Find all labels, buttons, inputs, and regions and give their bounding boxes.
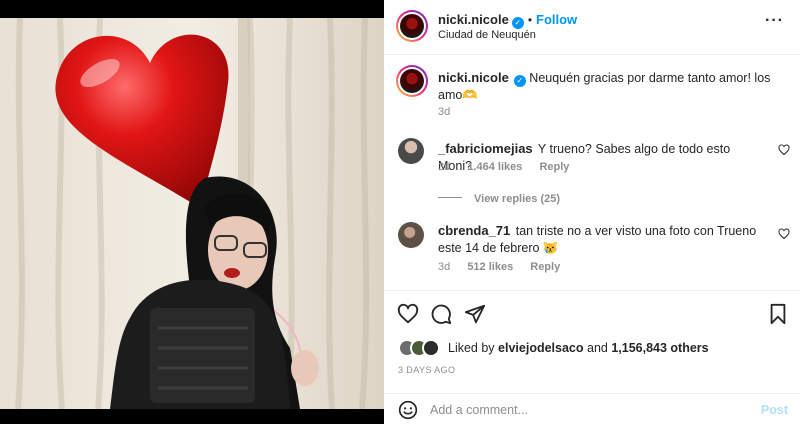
add-comment-input[interactable] [430,403,730,417]
emoji-icon[interactable] [398,400,418,420]
add-comment-bar: Post [384,393,800,424]
post-media-pane [0,0,384,424]
more-options-icon[interactable]: ··· [765,12,784,30]
comment-meta: 3d 1.464 likes Reply [438,161,583,173]
commenter-avatar[interactable] [398,138,424,164]
view-replies-label[interactable]: View replies (25) [474,193,560,205]
liked-by-prefix: Liked by [448,341,495,355]
caption: nicki.nicole ✓ Neuquén gracias por darme … [384,56,800,126]
verified-badge-icon: ✓ [513,75,526,87]
comment-item: cbrenda_71 tan triste no a ver visto una… [384,218,800,288]
comment-likes[interactable]: 1.464 likes [467,161,522,173]
post-photo[interactable] [0,18,384,409]
post-side-panel: nicki.nicole ✓ • Follow Ciudad de Neuquén ·… [384,0,800,424]
save-bookmark-icon[interactable] [768,303,788,325]
comment-like-heart-icon[interactable] [778,144,790,156]
comment-meta: 3d 512 likes Reply [438,261,574,273]
view-replies-line [438,197,462,199]
liked-by-summary: Liked by elviejodelsaco and 1,156,843 ot… [448,341,709,355]
comment-item: _fabriciomejias Y trueno? Sabes algo de … [384,134,800,207]
reply-button[interactable]: Reply [530,261,560,273]
comment-text-block: cbrenda_71 tan triste no a ver visto una… [438,222,763,257]
comment-bubble-icon[interactable] [430,303,452,325]
caption-avatar[interactable] [396,65,428,97]
caption-text-block: nicki.nicole ✓ Neuquén gracias por darme … [438,69,783,104]
caption-username[interactable]: nicki.nicole [438,70,509,85]
post-date[interactable]: 3 DAYS AGO [398,365,455,375]
likes-count[interactable]: 1,156,843 others [611,341,708,355]
comment-age: 3d [438,161,451,173]
commenter-avatar[interactable] [398,222,424,248]
comment-username[interactable]: cbrenda_71 [438,223,510,238]
comment-like-heart-icon[interactable] [778,228,790,240]
reply-button[interactable]: Reply [539,161,569,173]
verified-badge-icon: ✓ [511,17,524,29]
author-line: nicki.nicole ✓ • Follow [438,11,577,29]
comments-list[interactable]: nicki.nicole ✓ Neuquén gracias por darme … [384,56,800,289]
comment-age: 3d [438,261,451,273]
share-paper-plane-icon[interactable] [464,303,486,325]
liked-by-user[interactable]: elviejodelsaco [498,341,583,355]
caption-age: 3d [438,106,451,118]
view-replies-toggle[interactable]: View replies (25) [438,189,560,207]
post-photo-image [0,18,384,409]
comment-likes[interactable]: 512 likes [467,261,513,273]
follow-button[interactable]: Follow [536,12,577,27]
author-avatar[interactable] [396,10,428,42]
post-comment-button[interactable]: Post [761,403,788,417]
separator-dot: • [527,13,533,27]
caption-meta: 3d [438,106,464,118]
post-header: nicki.nicole ✓ • Follow Ciudad de Neuquén ·… [384,0,800,55]
author-username[interactable]: nicki.nicole [438,12,509,27]
liked-by-conjunction: and [587,341,608,355]
liker-avatar [422,339,440,357]
post-location[interactable]: Ciudad de Neuquén [438,29,536,41]
comment-username[interactable]: _fabriciomejias [438,141,533,156]
like-heart-icon[interactable] [397,303,419,325]
